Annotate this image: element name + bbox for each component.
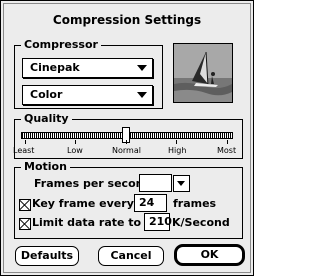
quality-tick (75, 140, 76, 144)
keyframe-input[interactable]: 24 (134, 194, 167, 212)
defaults-button[interactable]: Defaults (15, 246, 79, 266)
limit-data-rate-input-value: 210 (149, 215, 172, 228)
compressor-group-label: Compressor (21, 38, 101, 51)
limit-data-rate-input[interactable]: 210 (144, 213, 172, 231)
quality-group-label: Quality (21, 112, 72, 125)
limit-data-rate-unit: K/Second (172, 216, 230, 229)
fps-dropdown-button[interactable] (173, 175, 190, 192)
quality-tick (126, 140, 127, 144)
chevron-down-icon (137, 92, 147, 98)
cancel-button[interactable]: Cancel (98, 246, 164, 266)
fps-label: Frames per second: (34, 177, 156, 190)
color-depth-popup[interactable]: Color (22, 85, 153, 105)
quality-label-least: Least (13, 146, 35, 155)
chevron-down-icon (137, 65, 147, 71)
quality-tick (227, 140, 228, 144)
color-depth-popup-value: Color (30, 88, 63, 101)
compression-settings-dialog: Compression Settings Compressor Cinepak … (0, 0, 254, 276)
motion-group-label: Motion (21, 160, 70, 173)
limit-data-rate-checkbox[interactable] (19, 218, 31, 230)
chevron-down-icon (177, 181, 185, 186)
quality-label-high: High (168, 146, 187, 155)
quality-label-most: Most (217, 146, 237, 155)
quality-label-low: Low (67, 146, 83, 155)
quality-tick (25, 140, 26, 144)
keyframe-label: Key frame every (32, 197, 134, 210)
codec-popup-value: Cinepak (30, 61, 80, 74)
quality-label-normal: Normal (112, 146, 141, 155)
preview-image (173, 43, 233, 103)
keyframe-checkbox[interactable] (19, 199, 31, 211)
ok-button[interactable]: OK (174, 244, 245, 266)
quality-tick (176, 140, 177, 144)
keyframe-input-value: 24 (139, 196, 155, 209)
fps-input[interactable] (139, 174, 172, 192)
dialog-title: Compression Settings (52, 13, 202, 27)
windsurfer-image (174, 44, 232, 102)
limit-data-rate-label: Limit data rate to (32, 216, 142, 229)
codec-popup[interactable]: Cinepak (22, 58, 153, 78)
keyframe-unit: frames (173, 197, 217, 210)
